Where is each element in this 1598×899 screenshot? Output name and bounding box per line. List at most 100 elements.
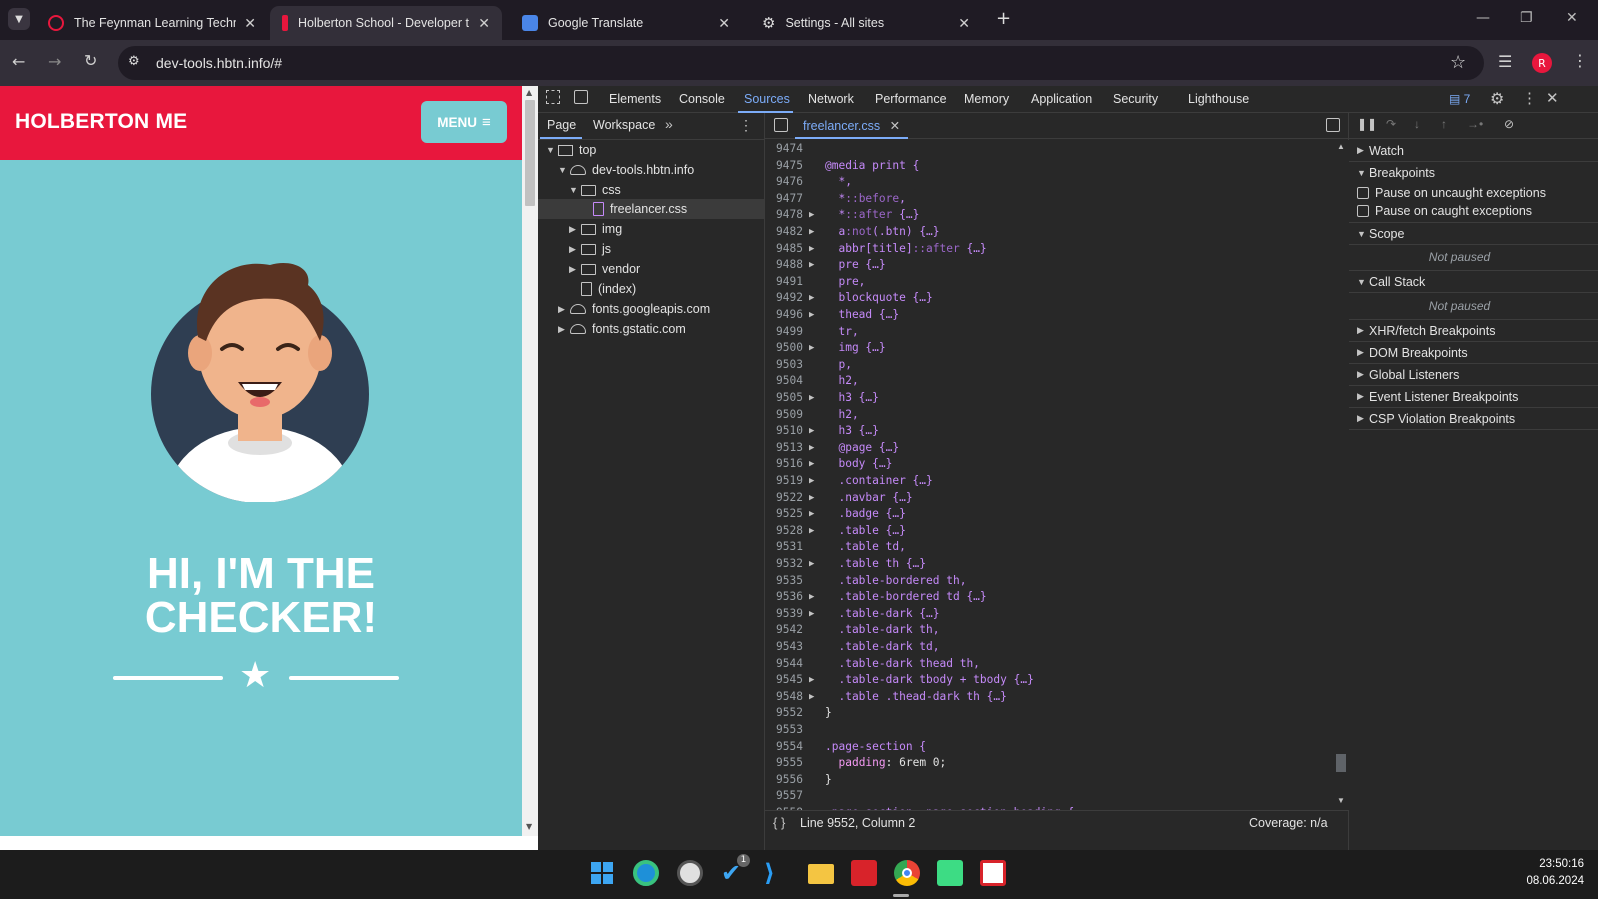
code-line[interactable]: .navbar {…} [825,491,912,504]
code-line[interactable]: .table-dark tbody + tbody {…} [825,673,1033,686]
line-number[interactable]: 9555 [765,756,803,769]
line-number[interactable]: 9475 [765,159,803,172]
line-number[interactable]: 9522 [765,491,803,504]
devtools-settings-gear-icon[interactable]: ⚙ [1490,89,1504,109]
tree-node-top[interactable]: ▼ top [546,140,596,160]
devtools-tab-lighthouse[interactable]: Lighthouse [1188,92,1249,106]
scope-section[interactable]: ▼ Scope [1349,223,1598,245]
close-file-icon[interactable]: ✕ [890,119,900,133]
site-brand[interactable]: HOLBERTON ME [15,110,187,134]
code-line[interactable]: pre, [825,275,865,288]
fold-arrow-icon[interactable]: ▶ [809,293,814,303]
tree-node-index[interactable]: (index) [581,279,636,299]
code-line[interactable]: pre {…} [825,258,885,271]
pause-caught-checkbox[interactable] [1357,205,1369,217]
line-number[interactable]: 9553 [765,723,803,736]
file-explorer-icon[interactable] [808,864,834,884]
fold-arrow-icon[interactable]: ▶ [809,426,814,436]
chrome-icon[interactable] [894,860,920,886]
close-window-icon[interactable]: ✕ [1566,10,1578,26]
line-number[interactable]: 9500 [765,341,803,354]
line-number[interactable]: 9539 [765,607,803,620]
line-number[interactable]: 9516 [765,457,803,470]
code-line[interactable]: .table .thead-dark th {…} [825,690,1006,703]
browser-tab-settings[interactable]: ⚙ Settings - All sites ✕ [750,6,982,40]
line-number[interactable]: 9536 [765,590,803,603]
profile-avatar[interactable]: R [1532,53,1552,73]
code-line[interactable]: .table-dark {…} [825,607,939,620]
code-line[interactable]: tr, [825,325,858,338]
devtools-tab-memory[interactable]: Memory [964,92,1009,106]
devtools-tab-application[interactable]: Application [1031,92,1092,106]
dom-breakpoints-section[interactable]: ▶ DOM Breakpoints [1349,342,1598,364]
line-number[interactable]: 9499 [765,325,803,338]
devtools-tab-console[interactable]: Console [679,92,725,106]
tree-node-googleapis[interactable]: ▶ fonts.googleapis.com [558,299,710,319]
toggle-debugger-icon[interactable] [1326,118,1340,132]
pretty-print-icon[interactable]: { } [773,815,785,830]
line-number[interactable]: 9519 [765,474,803,487]
code-line[interactable]: @page {…} [825,441,899,454]
android-studio-icon[interactable] [937,860,963,886]
scroll-up-arrow-icon[interactable]: ▲ [1337,142,1345,151]
code-line[interactable]: *, [825,175,851,188]
line-number[interactable]: 9525 [765,507,803,520]
pause-uncaught-checkbox[interactable] [1357,187,1369,199]
scroll-thumb[interactable] [1336,754,1346,772]
code-line[interactable]: a:not(.btn) {…} [825,225,939,238]
back-icon[interactable]: ← [12,52,25,71]
fold-arrow-icon[interactable]: ▶ [809,592,814,602]
code-line[interactable]: .table-dark td, [825,640,939,653]
scroll-down-arrow-icon[interactable]: ▼ [1337,796,1345,805]
line-number[interactable]: 9535 [765,574,803,587]
fold-arrow-icon[interactable]: ▶ [809,509,814,519]
vscode-icon[interactable]: ⟩ [764,860,790,886]
step-out-icon[interactable]: ↑ [1441,117,1447,131]
code-line[interactable]: h3 {…} [825,424,878,437]
code-line[interactable]: .table-dark th, [825,623,939,636]
fold-arrow-icon[interactable]: ▶ [809,609,814,619]
fold-arrow-icon[interactable]: ▶ [809,675,814,685]
line-number[interactable]: 9485 [765,242,803,255]
code-line[interactable]: h3 {…} [825,391,878,404]
line-number[interactable]: 9491 [765,275,803,288]
editor-scrollbar[interactable]: ▲ ▼ [1333,140,1349,810]
line-number[interactable]: 9543 [765,640,803,653]
code-line[interactable]: h2, [825,374,858,387]
coverage-status[interactable]: Coverage: n/a [1249,816,1328,830]
line-number[interactable]: 9545 [765,673,803,686]
deactivate-breakpoints-icon[interactable]: ⊘ [1504,117,1514,131]
fold-arrow-icon[interactable]: ▶ [809,559,814,569]
line-number[interactable]: 9531 [765,540,803,553]
device-toolbar-icon[interactable] [574,90,588,104]
code-line[interactable]: .page-section { [825,740,926,753]
line-number[interactable]: 9556 [765,773,803,786]
navigator-menu-icon[interactable]: ⋮ [739,117,753,134]
line-number[interactable]: 9488 [765,258,803,271]
todo-icon[interactable]: ✔ 1 [721,854,750,886]
line-number[interactable]: 9544 [765,657,803,670]
fold-arrow-icon[interactable]: ▶ [809,310,814,320]
navigator-tab-workspace[interactable]: Workspace [593,118,655,132]
event-listener-breakpoints-section[interactable]: ▶ Event Listener Breakpoints [1349,386,1598,408]
fold-arrow-icon[interactable]: ▶ [809,260,814,270]
call-stack-section[interactable]: ▼ Call Stack [1349,271,1598,293]
fold-arrow-icon[interactable]: ▶ [809,227,814,237]
scroll-up-arrow-icon[interactable]: ▲ [526,88,532,97]
code-line[interactable]: .badge {…} [825,507,905,520]
step-icon[interactable]: →• [1467,117,1483,131]
address-bar[interactable]: ⚙ dev-tools.hbtn.info/# ☆ [118,46,1484,80]
code-line[interactable]: .table-dark thead th, [825,657,979,670]
browser-tab-holberton[interactable]: Holberton School - Developer t ✕ [270,6,502,40]
navigator-tab-page[interactable]: Page [547,118,576,132]
edge-icon[interactable] [633,860,659,886]
line-number[interactable]: 9504 [765,374,803,387]
code-line[interactable]: *::after {…} [825,208,919,221]
tree-node-file-selected[interactable]: freelancer.css [538,199,764,219]
breakpoints-section[interactable]: ▼ Breakpoints [1349,162,1598,184]
global-listeners-section[interactable]: ▶ Global Listeners [1349,364,1598,386]
scroll-down-arrow-icon[interactable]: ▼ [526,822,532,831]
scroll-thumb[interactable] [525,100,535,206]
devtools-tab-elements[interactable]: Elements [609,92,661,106]
fold-arrow-icon[interactable]: ▶ [809,692,814,702]
